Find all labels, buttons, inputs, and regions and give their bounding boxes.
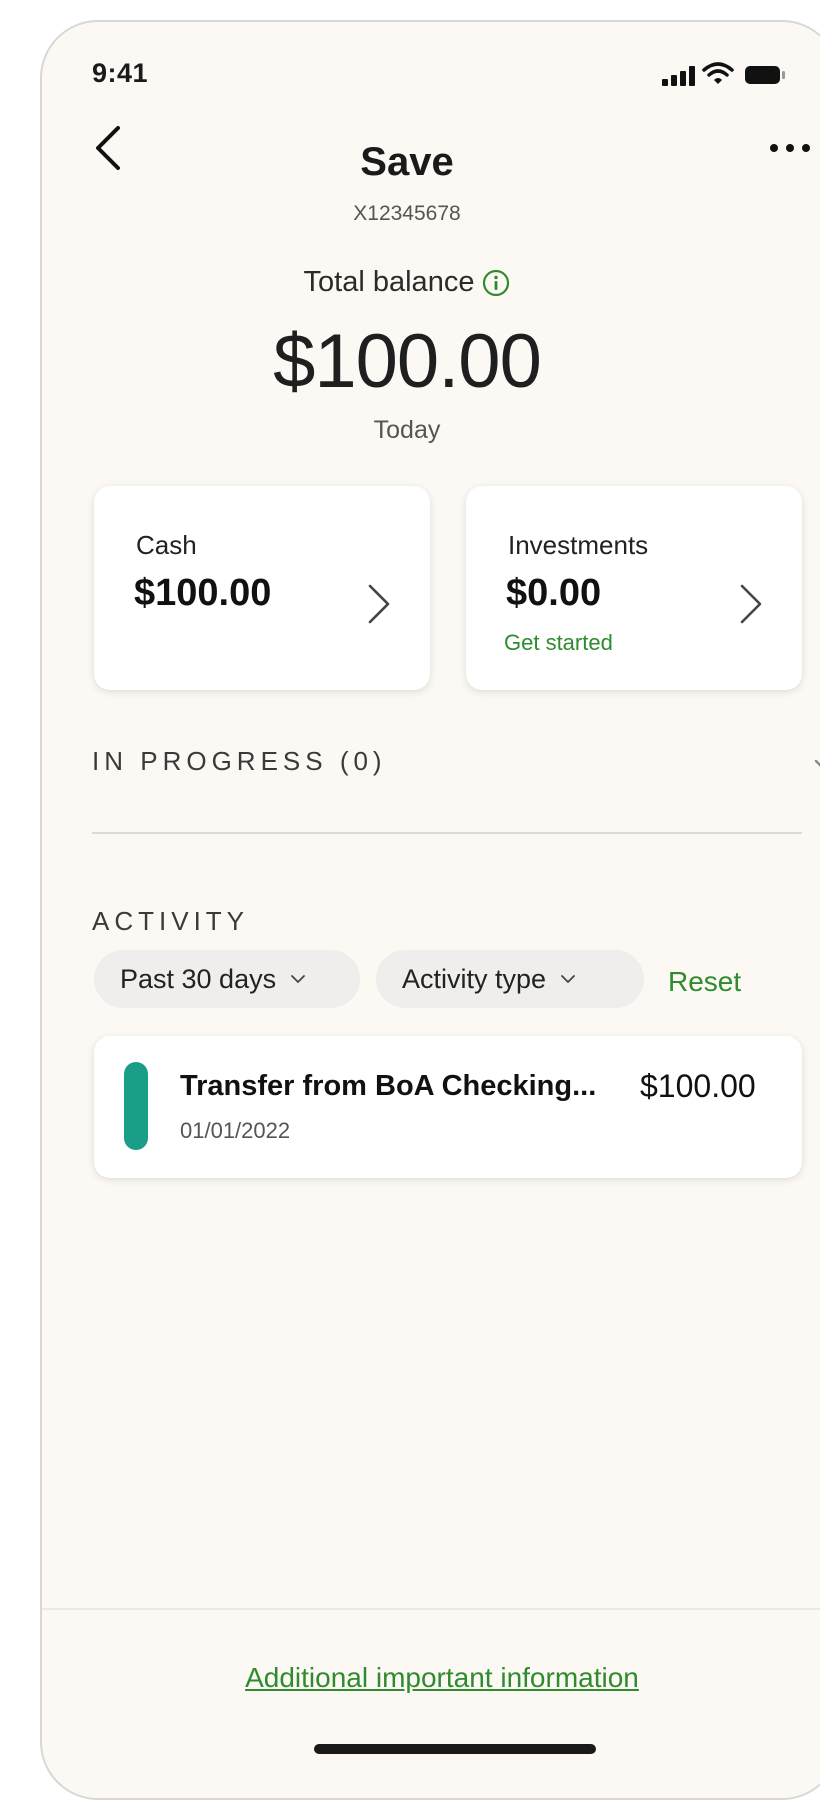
battery-icon xyxy=(745,66,785,84)
period-filter-label: Past 30 days xyxy=(120,963,277,994)
more-options-icon[interactable] xyxy=(766,138,816,158)
period-filter[interactable]: Past 30 days xyxy=(94,950,360,1008)
chevron-right-icon xyxy=(368,584,390,624)
total-balance-amount: $100.00 xyxy=(273,319,542,404)
transaction-date: 01/01/2022 xyxy=(180,1118,291,1143)
chevron-down-icon xyxy=(561,975,575,983)
transaction-row[interactable]: Transfer from BoA Checking... 01/01/2022… xyxy=(94,1036,802,1178)
investments-amount: $0.00 xyxy=(506,572,602,614)
transaction-title: Transfer from BoA Checking... xyxy=(180,1070,597,1102)
in-progress-toggle[interactable]: IN PROGRESS (0) xyxy=(92,746,820,796)
transaction-amount: $100.00 xyxy=(640,1068,756,1104)
chevron-down-icon xyxy=(291,975,305,983)
activity-heading: ACTIVITY xyxy=(92,906,250,936)
chevron-down-icon xyxy=(814,759,820,767)
chevron-right-icon xyxy=(740,584,762,624)
section-divider xyxy=(92,832,802,834)
total-balance-label-row: Total balance xyxy=(42,266,772,299)
info-icon[interactable] xyxy=(482,269,510,297)
activity-type-filter-label: Activity type xyxy=(402,963,547,994)
cash-amount: $100.00 xyxy=(134,572,272,614)
footer-divider xyxy=(42,1608,820,1610)
status-time: 9:41 xyxy=(92,58,149,88)
cash-card[interactable]: Cash $100.00 xyxy=(94,486,430,690)
additional-info-link[interactable]: Additional important information xyxy=(42,1662,820,1694)
activity-type-filter[interactable]: Activity type xyxy=(376,950,644,1008)
total-balance-label: Total balance xyxy=(303,266,475,298)
account-number: X12345678 xyxy=(353,202,461,225)
transaction-marker xyxy=(124,1062,148,1150)
balance-date: Today xyxy=(373,416,441,444)
get-started-link[interactable]: Get started xyxy=(504,630,613,656)
home-indicator xyxy=(314,1744,596,1754)
investments-card[interactable]: Investments $0.00 Get started xyxy=(466,486,802,690)
wifi-icon xyxy=(702,62,734,84)
reset-button[interactable]: Reset xyxy=(668,966,741,998)
cash-label: Cash xyxy=(136,530,197,560)
in-progress-label: IN PROGRESS (0) xyxy=(92,746,387,776)
page-title: Save xyxy=(360,140,454,184)
signal-icon xyxy=(662,66,695,86)
investments-label: Investments xyxy=(508,530,649,560)
phone-screen: 9:41 Save X12345678 Total balance $100.0… xyxy=(40,20,820,1800)
